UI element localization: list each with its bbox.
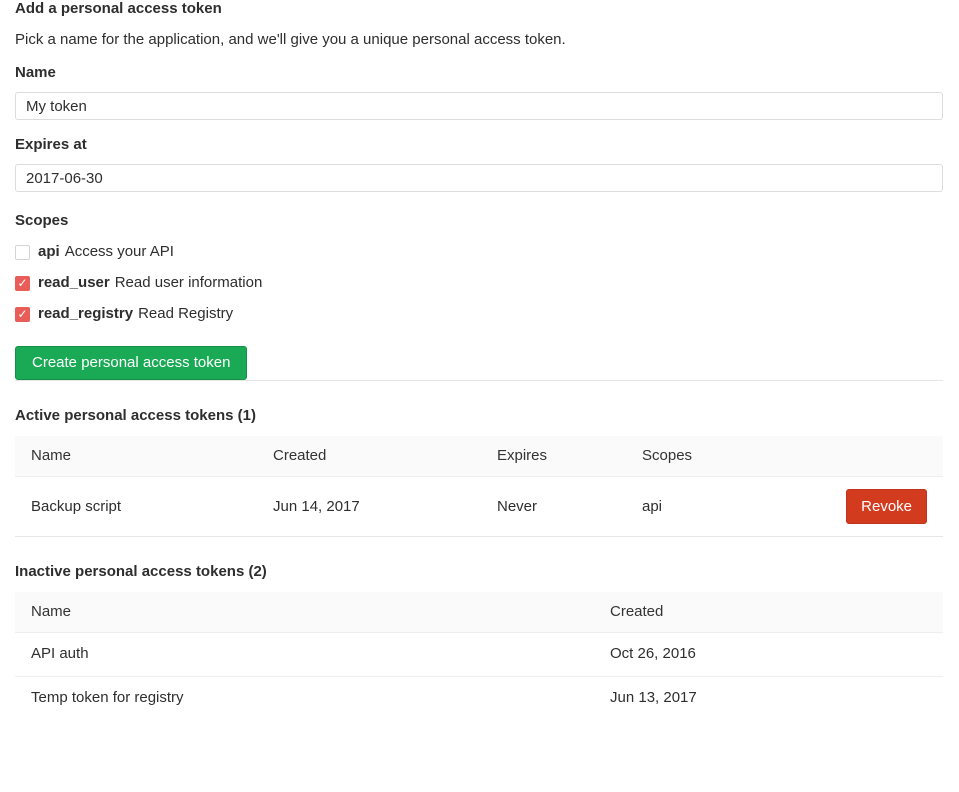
add-token-heading: Add a personal access token	[15, 1, 943, 17]
token-scopes-cell: api	[626, 477, 791, 537]
column-header-created: Created	[594, 592, 943, 633]
column-header-name: Name	[15, 592, 594, 633]
scope-description: Read user information	[115, 275, 263, 291]
token-created-cell: Jun 14, 2017	[257, 477, 481, 537]
active-tokens-table: Name Created Expires Scopes Backup scrip…	[15, 436, 943, 536]
scope-name: read_registry	[38, 306, 133, 322]
token-name-cell: Backup script	[15, 477, 257, 537]
token-name-cell: API auth	[15, 633, 594, 677]
token-action-cell: Revoke	[791, 477, 943, 537]
section-divider	[15, 380, 943, 381]
scope-name: api	[38, 244, 60, 260]
scope-option-read-registry[interactable]: read_registry Read Registry	[15, 306, 943, 322]
expires-at-label: Expires at	[15, 137, 943, 153]
scope-name: read_user	[38, 275, 110, 291]
add-token-description: Pick a name for the application, and we'…	[15, 32, 943, 48]
scope-option-api[interactable]: api Access your API	[15, 244, 943, 260]
table-header-row: Name Created	[15, 592, 943, 633]
name-label: Name	[15, 65, 943, 81]
token-name-input[interactable]	[15, 92, 943, 120]
section-divider	[15, 536, 943, 537]
active-tokens-heading: Active personal access tokens (1)	[15, 408, 943, 424]
active-tokens-section: Active personal access tokens (1) Name C…	[15, 408, 943, 536]
inactive-tokens-table: Name Created API auth Oct 26, 2016 Temp …	[15, 592, 943, 720]
expires-at-input[interactable]	[15, 164, 943, 192]
column-header-created: Created	[257, 436, 481, 477]
column-header-scopes: Scopes	[626, 436, 791, 477]
token-name-cell: Temp token for registry	[15, 677, 594, 721]
read-user-checkbox[interactable]	[15, 276, 30, 291]
table-header-row: Name Created Expires Scopes	[15, 436, 943, 477]
scope-option-read-user[interactable]: read_user Read user information	[15, 275, 943, 291]
table-row: Temp token for registry Jun 13, 2017	[15, 677, 943, 721]
inactive-tokens-section: Inactive personal access tokens (2) Name…	[15, 564, 943, 720]
scopes-label: Scopes	[15, 213, 943, 229]
table-row: Backup script Jun 14, 2017 Never api Rev…	[15, 477, 943, 537]
api-checkbox[interactable]	[15, 245, 30, 260]
token-expires-cell: Never	[481, 477, 626, 537]
revoke-button[interactable]: Revoke	[846, 489, 927, 524]
column-header-actions	[791, 436, 943, 477]
inactive-tokens-heading: Inactive personal access tokens (2)	[15, 564, 943, 580]
scope-description: Access your API	[65, 244, 174, 260]
read-registry-checkbox[interactable]	[15, 307, 30, 322]
scope-description: Read Registry	[138, 306, 233, 322]
add-token-section: Add a personal access token Pick a name …	[15, 1, 943, 380]
table-row: API auth Oct 26, 2016	[15, 633, 943, 677]
column-header-expires: Expires	[481, 436, 626, 477]
column-header-name: Name	[15, 436, 257, 477]
token-created-cell: Jun 13, 2017	[594, 677, 943, 721]
create-token-button[interactable]: Create personal access token	[15, 346, 247, 380]
token-created-cell: Oct 26, 2016	[594, 633, 943, 677]
